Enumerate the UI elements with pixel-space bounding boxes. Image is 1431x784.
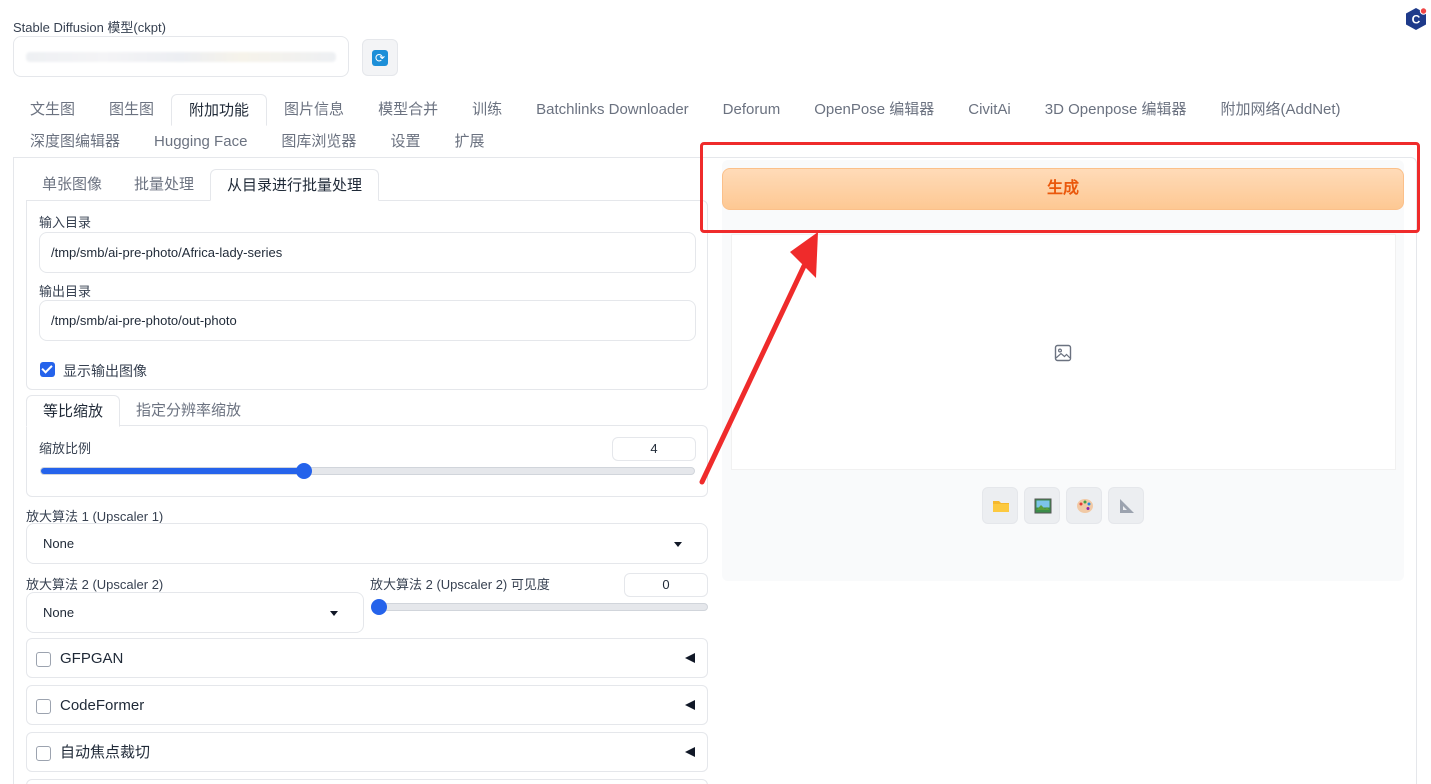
tab-10[interactable]: 3D Openpose 编辑器 <box>1028 94 1204 126</box>
gfpgan-checkbox[interactable] <box>36 652 51 667</box>
app-logo-icon: C <box>1406 7 1428 30</box>
chevron-down-icon <box>330 611 338 616</box>
subtab-1[interactable]: 批量处理 <box>118 169 210 201</box>
tab-3[interactable]: 图片信息 <box>267 94 361 126</box>
send-to-img2img-button[interactable] <box>1024 487 1060 524</box>
palette-icon <box>1077 499 1093 513</box>
redacted-model-name <box>26 52 336 62</box>
upscaler1-value: None <box>43 536 75 551</box>
tab-1[interactable]: 图生图 <box>92 94 171 126</box>
upscaler1-dropdown[interactable]: None <box>26 523 708 564</box>
output-gallery <box>731 234 1396 470</box>
upscaler2-visibility-thumb[interactable] <box>371 599 388 615</box>
tab-8[interactable]: OpenPose 编辑器 <box>797 94 951 126</box>
open-folder-button[interactable] <box>982 487 1018 524</box>
annotation-arrow <box>699 232 818 485</box>
tab-6[interactable]: Batchlinks Downloader <box>519 94 706 126</box>
collapse-arrow-icon[interactable] <box>685 700 695 710</box>
upscaler2-dropdown[interactable]: None <box>26 592 364 633</box>
main-tabs-row-2: 深度图编辑器 Hugging Face 图库浏览器 设置 扩展 <box>13 126 501 158</box>
tab-row2-1[interactable]: Hugging Face <box>137 126 264 158</box>
tab-11[interactable]: 附加网络(AddNet) <box>1204 94 1358 126</box>
image-placeholder-icon <box>1054 344 1072 362</box>
scale-slider-thumb[interactable] <box>295 463 312 479</box>
svg-text:C: C <box>1412 13 1421 27</box>
extras-subtabs: 单张图像 批量处理 从目录进行批量处理 <box>26 169 380 201</box>
send-to-inpaint-button[interactable] <box>1066 487 1102 524</box>
tab-row2-0[interactable]: 深度图编辑器 <box>13 126 137 158</box>
tab-4[interactable]: 模型合并 <box>361 94 455 126</box>
input-dir-label: 输入目录 <box>39 215 92 230</box>
upscaler2-value: None <box>43 605 75 620</box>
tab-9[interactable]: CivitAi <box>951 94 1028 126</box>
scale-slider-fill <box>41 468 305 474</box>
chevron-down-icon <box>674 542 682 547</box>
tab-2[interactable]: 附加功能 <box>171 94 268 126</box>
upscaler2-visibility-track[interactable] <box>371 603 708 611</box>
send-to-extras-button[interactable] <box>1108 487 1144 524</box>
folder-icon <box>993 501 1009 512</box>
resize-mode-tabs: 等比缩放 指定分辨率缩放 <box>26 395 257 427</box>
model-label: Stable Diffusion 模型(ckpt) <box>13 20 166 35</box>
output-dir-field[interactable]: /tmp/smb/ai-pre-photo/out-photo <box>39 300 696 341</box>
autofocus-crop-title: 自动焦点裁切 <box>60 744 151 761</box>
image-icon <box>1034 498 1052 514</box>
scale-label: 缩放比例 <box>39 441 92 456</box>
show-output-checkbox[interactable] <box>40 362 55 377</box>
scale-panel: 缩放比例 4 <box>26 425 708 497</box>
subtab-2[interactable]: 从目录进行批量处理 <box>210 169 380 201</box>
autofocus-crop-checkbox[interactable] <box>36 746 51 761</box>
codeformer-accordion[interactable]: CodeFormer <box>26 685 708 725</box>
input-dir-field[interactable]: /tmp/smb/ai-pre-photo/Africa-lady-series <box>39 232 696 273</box>
tab-7[interactable]: Deforum <box>706 94 798 126</box>
tab-row2-2[interactable]: 图库浏览器 <box>264 126 373 158</box>
tab-0[interactable]: 文生图 <box>13 94 92 126</box>
scale-number-input[interactable]: 4 <box>612 437 696 461</box>
tab-5[interactable]: 训练 <box>455 94 519 126</box>
show-output-label: 显示输出图像 <box>63 363 147 379</box>
output-dir-label: 输出目录 <box>39 284 92 299</box>
resize-tab-0[interactable]: 等比缩放 <box>26 395 121 427</box>
model-select[interactable] <box>13 36 349 77</box>
refresh-icon: ⟳ <box>372 49 388 66</box>
upscaler2-label: 放大算法 2 (Upscaler 2) <box>26 577 164 592</box>
refresh-model-button[interactable]: ⟳ <box>362 39 398 76</box>
tab-row2-3[interactable]: 设置 <box>373 126 437 158</box>
more-accordion[interactable] <box>26 779 708 784</box>
tab-row2-4[interactable]: 扩展 <box>437 126 501 158</box>
collapse-arrow-icon[interactable] <box>685 653 695 663</box>
collapse-arrow-icon[interactable] <box>685 747 695 757</box>
gfpgan-title: GFPGAN <box>60 650 124 667</box>
subtab-0[interactable]: 单张图像 <box>26 169 118 201</box>
scale-slider-track[interactable] <box>40 467 695 475</box>
upscaler2-visibility-input[interactable]: 0 <box>624 573 708 597</box>
codeformer-checkbox[interactable] <box>36 699 51 714</box>
autofocus-crop-accordion[interactable]: 自动焦点裁切 <box>26 732 708 772</box>
gfpgan-accordion[interactable]: GFPGAN <box>26 638 708 678</box>
batch-directory-panel: 输入目录 /tmp/smb/ai-pre-photo/Africa-lady-s… <box>26 200 708 390</box>
resize-tab-1[interactable]: 指定分辨率缩放 <box>120 395 257 427</box>
ruler-icon <box>1120 499 1134 513</box>
main-tabs-row-1: 文生图 图生图 附加功能 图片信息 模型合并 训练 Batchlinks Downloade… <box>13 94 1358 126</box>
codeformer-title: CodeFormer <box>60 697 145 714</box>
upscaler2-visibility-label: 放大算法 2 (Upscaler 2) 可见度 <box>370 577 550 592</box>
